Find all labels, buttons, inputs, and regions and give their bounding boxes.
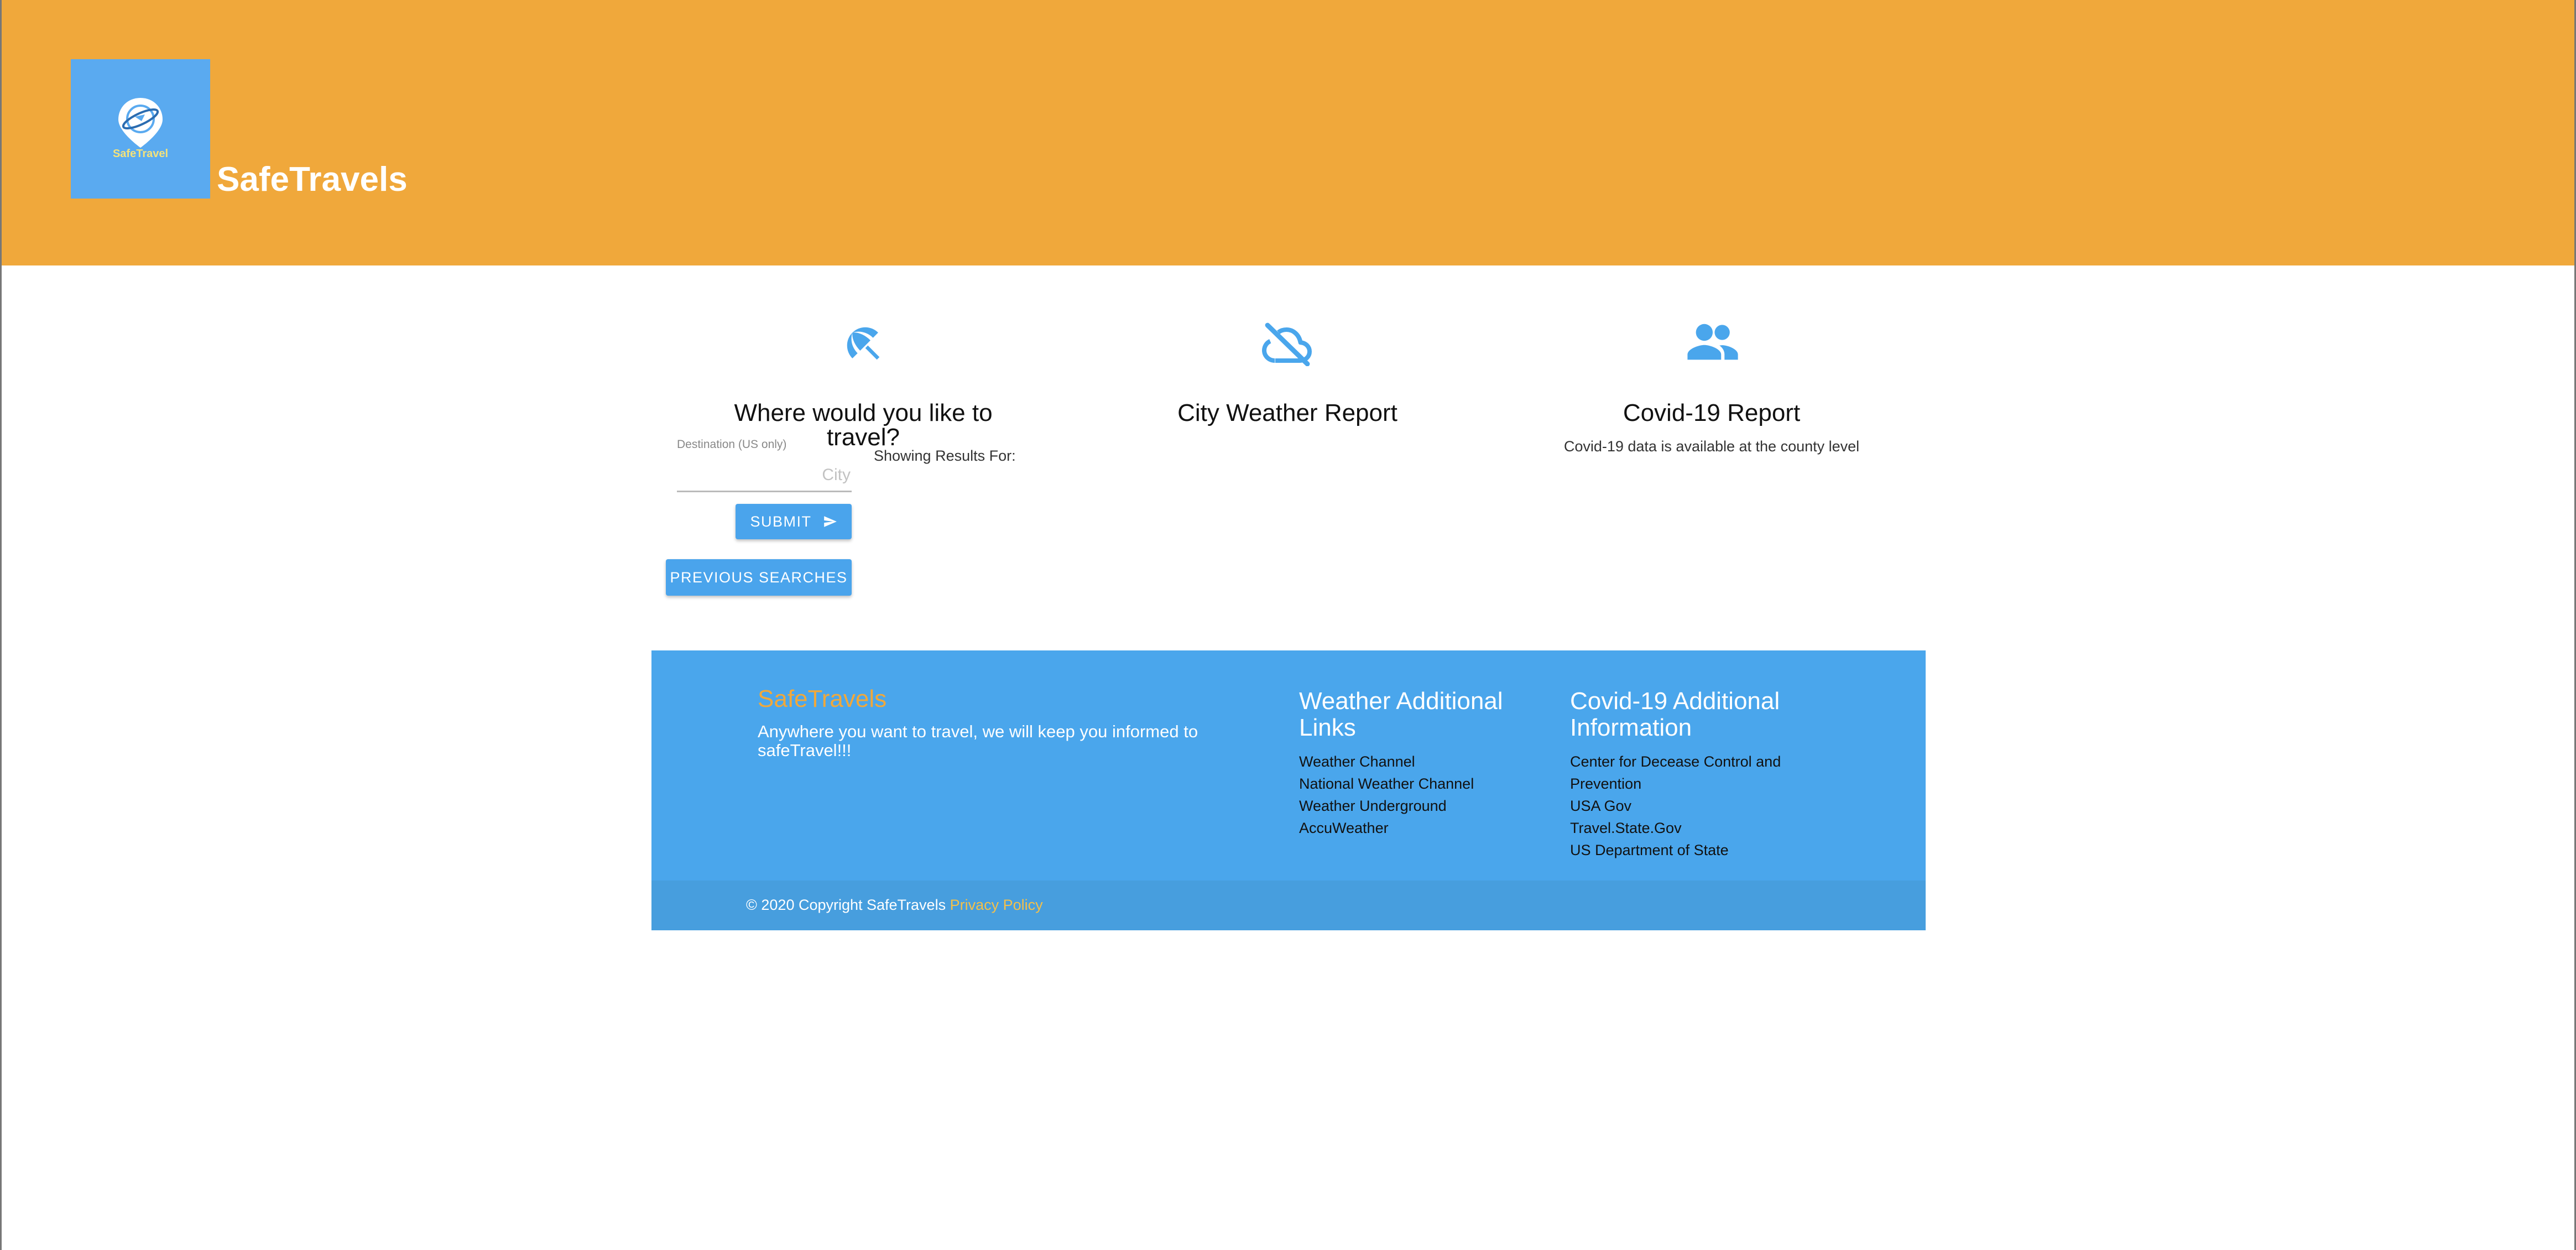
weather-link[interactable]: AccuWeather: [1299, 817, 1542, 839]
privacy-policy-link[interactable]: Privacy Policy: [950, 897, 1043, 913]
submit-button[interactable]: SUBMIT: [736, 504, 852, 539]
globe-pin-icon: [118, 98, 163, 148]
weather-title: City Weather Report: [1177, 399, 1397, 426]
send-icon: [823, 516, 837, 527]
submit-label: SUBMIT: [750, 513, 812, 530]
covid-links-list: Center for Decease Control and Preventio…: [1570, 751, 1802, 861]
site-header: [0, 0, 2576, 265]
covid-link[interactable]: US Department of State: [1570, 839, 1802, 861]
weather-links-heading: Weather Additional Links: [1299, 688, 1503, 741]
weather-link[interactable]: Weather Channel: [1299, 751, 1542, 773]
people-icon: [1687, 324, 1738, 360]
previous-searches-label: PREVIOUS SEARCHES: [670, 569, 848, 586]
covid-info-heading: Covid-19 Additional Information: [1570, 688, 1780, 741]
covid-link[interactable]: USA Gov: [1570, 795, 1802, 817]
copyright-text: © 2020 Copyright SafeTravels: [746, 897, 946, 913]
copyright: © 2020 Copyright SafeTravels Privacy Pol…: [746, 898, 1043, 913]
logo-text: SafeTravel: [112, 148, 169, 160]
window-edge-left: [0, 0, 2, 1250]
covid-note: Covid-19 data is available at the county…: [1563, 438, 1860, 455]
weather-links-list: Weather Channel National Weather Channel…: [1299, 751, 1542, 839]
footer-brand: SafeTravels: [758, 685, 887, 712]
weather-link[interactable]: National Weather Channel: [1299, 773, 1542, 795]
city-input[interactable]: [677, 459, 852, 492]
cloud-off-icon: [1262, 322, 1312, 366]
covid-link[interactable]: Center for Decease Control and Preventio…: [1570, 751, 1802, 795]
logo[interactable]: SafeTravel: [71, 59, 210, 199]
destination-label: Destination (US only): [677, 438, 787, 451]
covid-title: Covid-19 Report: [1623, 399, 1801, 426]
weather-link[interactable]: Weather Underground: [1299, 795, 1542, 817]
site-title[interactable]: SafeTravels: [217, 163, 408, 197]
showing-results-label: Showing Results For:: [874, 447, 1016, 464]
beach-umbrella-off-icon: [847, 327, 880, 360]
footer-tagline: Anywhere you want to travel, we will kee…: [758, 722, 1198, 761]
covid-link[interactable]: Travel.State.Gov: [1570, 817, 1802, 839]
previous-searches-button[interactable]: PREVIOUS SEARCHES: [666, 559, 852, 596]
